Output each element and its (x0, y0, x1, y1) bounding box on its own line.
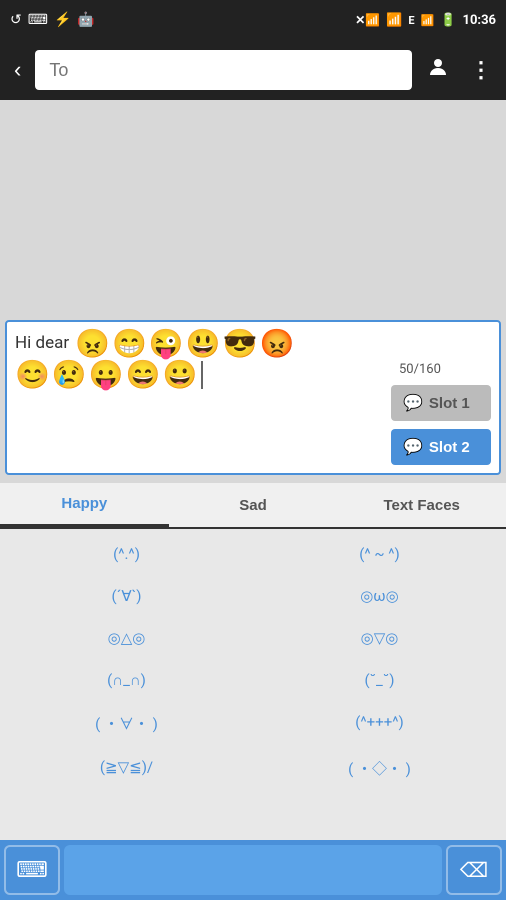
face-2-2[interactable]: ◎ω◎ (253, 575, 506, 617)
faces-row-1: (^.^) (^ ~ ^) (0, 533, 506, 575)
emoji-big-grin: 😃 (186, 330, 221, 358)
compose-box: Hi dear 😠 😁 😜 😃 😎 😡 😊 😢 (5, 320, 501, 475)
emoji-laugh: 😄 (126, 361, 161, 389)
delete-icon: ⌫ (460, 858, 488, 882)
emoji-row-1: 😠 😁 😜 😃 😎 😡 (75, 330, 294, 358)
faces-row-5: ( ・∀・ ) (^+++^) (0, 701, 506, 746)
emoji-cry: 😢 (52, 361, 87, 389)
usb-icon: ⚡ (54, 12, 71, 28)
message-text: Hi dear (15, 332, 69, 356)
message-content: Hi dear 😠 😁 😜 😃 😎 😡 😊 😢 (15, 330, 383, 390)
face-3-2[interactable]: ◎▽◎ (253, 617, 506, 659)
faces-row-3: ◎△◎ ◎▽◎ (0, 617, 506, 659)
emoji-grin: 😁 (112, 330, 147, 358)
faces-row-4: (∩_∩) (˘_˘) (0, 659, 506, 701)
face-4-2[interactable]: (˘_˘) (253, 659, 506, 701)
emoji-angry: 😠 (75, 330, 110, 358)
network-type: E (408, 14, 414, 27)
bottom-text-input[interactable] (64, 845, 442, 895)
clock: 10:36 (463, 13, 497, 28)
keyboard-toggle-button[interactable]: ⌨ (4, 845, 60, 895)
emoji-wink: 😜 (149, 330, 184, 358)
slot1-label: Slot 1 (429, 395, 470, 412)
status-icons-right: ✕📶 📶 E 📶 🔋 10:36 (355, 13, 496, 28)
signal-strength: 📶 (421, 14, 435, 27)
keyboard-icon: ⌨ (16, 858, 48, 883)
header: ‹ ⋮ (0, 40, 506, 100)
slot2-button[interactable]: 💬 Slot 2 (391, 429, 491, 465)
android-icon: 🤖 (77, 12, 94, 28)
emoji-happy: 😊 (15, 361, 50, 389)
faces-row-6: (≧▽≦)/ ( ・◇・ ) (0, 746, 506, 791)
face-1-1[interactable]: (^.^) (0, 533, 253, 575)
face-6-2[interactable]: ( ・◇・ ) (253, 746, 506, 791)
tab-happy[interactable]: Happy (0, 483, 169, 527)
face-5-2[interactable]: (^+++^) (253, 701, 506, 746)
status-icons-left: ↺ ⌨ ⚡ 🤖 (10, 12, 95, 28)
contact-button[interactable] (420, 49, 456, 91)
more-icon: ⋮ (470, 57, 492, 82)
slot1-icon: 💬 (403, 393, 423, 413)
slot2-label: Slot 2 (429, 439, 470, 456)
back-button[interactable]: ‹ (8, 51, 27, 89)
no-sim-icon: ✕📶 (355, 13, 380, 27)
delete-button[interactable]: ⌫ (446, 845, 502, 895)
battery-icon: 🔋 (440, 13, 456, 28)
status-bar: ↺ ⌨ ⚡ 🤖 ✕📶 📶 E 📶 🔋 10:36 (0, 0, 506, 40)
emoji-tongue: 😛 (89, 361, 124, 389)
bottom-bar: ⌨ ⌫ (0, 840, 506, 900)
face-2-1[interactable]: (´∀`) (0, 575, 253, 617)
face-6-1[interactable]: (≧▽≦)/ (0, 746, 253, 791)
more-options-button[interactable]: ⋮ (464, 51, 498, 89)
tab-textfaces[interactable]: Text Faces (337, 483, 506, 527)
faces-row-2: (´∀`) ◎ω◎ (0, 575, 506, 617)
message-area (0, 100, 506, 320)
emoji-big-smile: 😀 (163, 361, 198, 389)
char-count: 50/160 (399, 362, 491, 377)
emoji-cool: 😎 (223, 330, 258, 358)
to-input[interactable] (35, 50, 412, 90)
slot1-button[interactable]: 💬 Slot 1 (391, 385, 491, 421)
face-1-2[interactable]: (^ ~ ^) (253, 533, 506, 575)
slot2-icon: 💬 (403, 437, 423, 457)
face-4-1[interactable]: (∩_∩) (0, 659, 253, 701)
face-5-1[interactable]: ( ・∀・ ) (0, 701, 253, 746)
tab-sad[interactable]: Sad (169, 483, 338, 527)
emoji-tabs: Happy Sad Text Faces (0, 483, 506, 529)
refresh-icon: ↺ (10, 12, 22, 28)
face-3-1[interactable]: ◎△◎ (0, 617, 253, 659)
keyboard-status-icon: ⌨ (28, 12, 48, 28)
emoji-angry2: 😡 (259, 330, 294, 358)
wifi-icon: 📶 (386, 13, 402, 28)
